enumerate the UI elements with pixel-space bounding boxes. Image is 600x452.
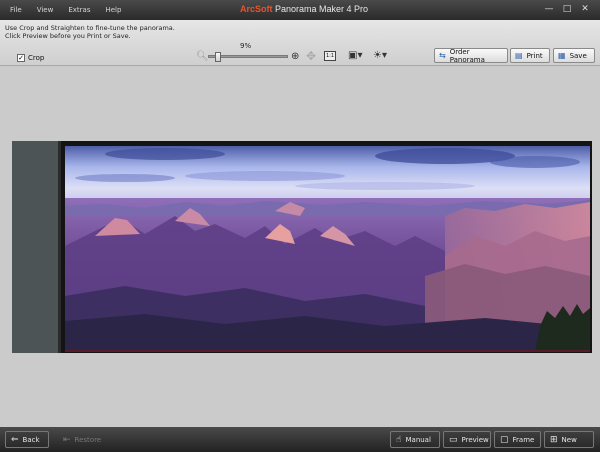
menu-file[interactable]: File: [10, 6, 22, 14]
back-button[interactable]: ⇐ Back: [5, 431, 49, 448]
zoom-slider[interactable]: [208, 52, 288, 62]
manual-label: Manual: [405, 435, 431, 444]
order-icon: ⇆: [439, 51, 446, 60]
restore-button[interactable]: ⇤ Restore: [58, 431, 110, 448]
app-title-brand: ArcSoft: [240, 4, 273, 14]
back-label: Back: [22, 435, 40, 444]
preview-icon: ▭: [449, 434, 458, 445]
crop-label: Crop: [28, 54, 45, 62]
instructions: Use Crop and Straighten to fine-tune the…: [5, 24, 175, 40]
maximize-button[interactable]: □: [560, 4, 574, 14]
bottom-bar: ⇐ Back ⇤ Restore ☝ Manual ▭ Preview ▢ Fr…: [0, 427, 600, 452]
app-title-name: Panorama Maker 4 Pro: [272, 4, 369, 14]
app-title: ArcSoft Panorama Maker 4 Pro: [240, 4, 368, 14]
zoom-out-icon[interactable]: 🔍︎: [196, 51, 209, 62]
instruction-line-1: Use Crop and Straighten to fine-tune the…: [5, 24, 175, 32]
preview-label: Preview: [461, 435, 489, 444]
panorama-empty-area: [12, 141, 61, 353]
panorama-bottom-edge: [65, 350, 590, 352]
save-icon: ▦: [558, 51, 566, 60]
menu-view[interactable]: View: [37, 6, 54, 14]
preview-button[interactable]: ▭ Preview: [443, 431, 491, 448]
brightness-dropdown-icon[interactable]: ☀▾: [373, 50, 387, 61]
title-bar: File View Extras Help ArcSoft Panorama M…: [0, 0, 600, 20]
restore-icon: ⇤: [63, 434, 71, 445]
actual-size-button[interactable]: 1:1: [324, 51, 336, 61]
pan-icon[interactable]: ✥: [306, 49, 316, 63]
menu-bar: File View Extras Help: [10, 6, 136, 14]
save-button[interactable]: ▦ Save: [553, 48, 595, 63]
workspace: [0, 66, 600, 427]
menu-extras[interactable]: Extras: [68, 6, 90, 14]
zoom-percent: 9%: [240, 42, 252, 50]
new-button[interactable]: ⊞ New: [544, 431, 594, 448]
order-panorama-label: Order Panorama: [449, 47, 485, 64]
frame-button[interactable]: ▢ Frame: [494, 431, 541, 448]
minimize-button[interactable]: —: [542, 4, 556, 14]
zoom-slider-thumb[interactable]: [215, 52, 221, 62]
toolbar: Use Crop and Straighten to fine-tune the…: [0, 20, 600, 66]
back-arrow-icon: ⇐: [11, 434, 19, 445]
camera-dropdown-icon[interactable]: ▣▾: [348, 50, 362, 61]
restore-label: Restore: [74, 435, 102, 444]
order-panorama-button[interactable]: ⇆ Order Panorama: [434, 47, 508, 64]
print-label: Print: [526, 51, 543, 60]
save-label: Save: [569, 51, 587, 60]
close-button[interactable]: ✕: [578, 4, 592, 14]
print-button[interactable]: ▤ Print: [510, 48, 550, 63]
new-icon: ⊞: [550, 434, 558, 445]
crop-checkbox[interactable]: ✓: [17, 54, 25, 62]
manual-button[interactable]: ☝ Manual: [390, 431, 440, 448]
window-controls: — □ ✕: [538, 4, 592, 14]
frame-label: Frame: [512, 435, 535, 444]
new-label: New: [561, 435, 577, 444]
panorama-canyon-graphic: [65, 146, 590, 351]
hand-icon: ☝: [396, 434, 402, 445]
crop-option[interactable]: ✓ Crop: [17, 54, 44, 62]
frame-icon: ▢: [500, 434, 509, 445]
instruction-line-2: Click Preview before you Print or Save.: [5, 32, 131, 40]
zoom-in-icon[interactable]: ⊕: [291, 51, 299, 62]
printer-icon: ▤: [515, 51, 523, 60]
menu-help[interactable]: Help: [105, 6, 121, 14]
panorama-image[interactable]: [65, 146, 590, 351]
panorama-frame: [12, 141, 592, 353]
